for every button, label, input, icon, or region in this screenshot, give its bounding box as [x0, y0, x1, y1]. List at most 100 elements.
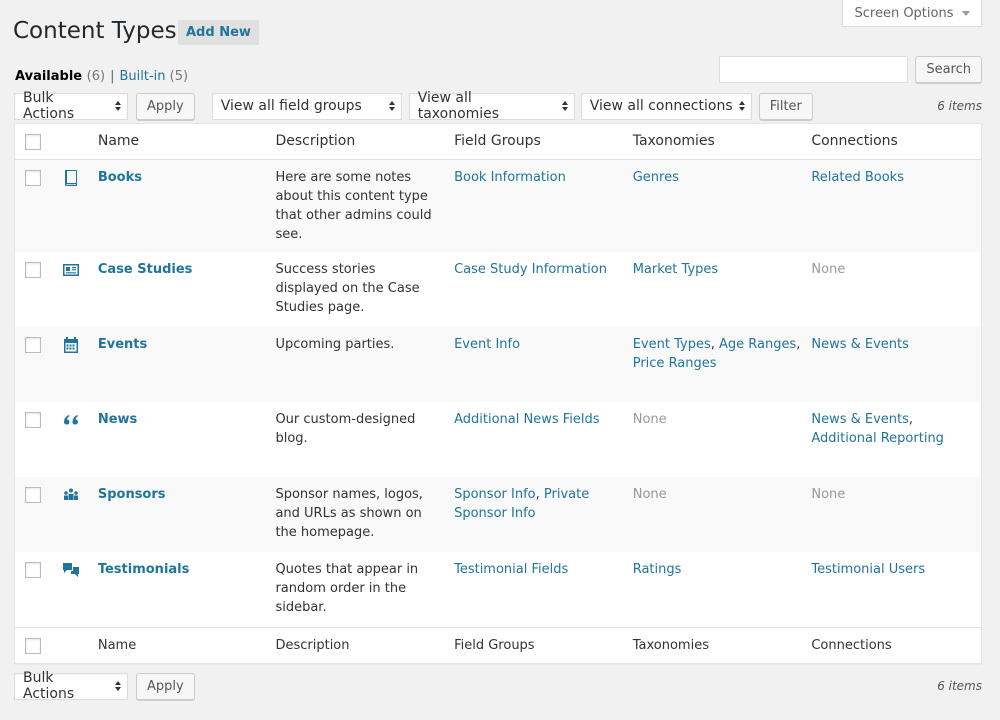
column-field-groups-footer: Field Groups: [454, 638, 535, 653]
row-checkbox[interactable]: [25, 562, 41, 578]
page-title: Content Types: [13, 18, 177, 44]
add-new-button[interactable]: Add New: [178, 20, 259, 45]
column-field-groups: Field Groups: [454, 133, 541, 149]
column-connections-footer: Connections: [811, 638, 892, 653]
field-group-link[interactable]: Testimonial Fields: [454, 562, 568, 577]
search-input[interactable]: [719, 56, 909, 83]
description-text: Success stories displayed on the Case St…: [275, 262, 420, 315]
field-group-link[interactable]: Additional News Fields: [454, 412, 599, 427]
taxonomies-cell: None: [633, 402, 812, 429]
none-label: None: [632, 487, 667, 502]
row-checkbox[interactable]: [25, 170, 41, 186]
taxonomy-link[interactable]: Ratings: [633, 562, 682, 577]
list-separator: ,: [710, 337, 719, 352]
taxonomy-link[interactable]: Genres: [633, 170, 679, 185]
taxonomies-cell: Market Types: [633, 252, 812, 279]
column-taxonomies-footer: Taxonomies: [632, 638, 709, 653]
connection-link[interactable]: Related Books: [811, 170, 904, 185]
content-type-name-link[interactable]: Testimonials: [98, 562, 190, 577]
row-checkbox[interactable]: [25, 262, 41, 278]
select-arrows-icon: [388, 101, 395, 111]
connections-cell: Related Books: [811, 160, 981, 187]
taxonomy-link[interactable]: Market Types: [633, 262, 718, 277]
apply-button[interactable]: Apply: [136, 92, 195, 120]
description-text: Sponsor names, logos, and URLs as shown …: [275, 487, 423, 540]
field-group-link[interactable]: Case Study Information: [454, 262, 607, 277]
connection-link[interactable]: Additional Reporting: [811, 431, 944, 446]
select-all-checkbox[interactable]: [25, 133, 41, 150]
bulk-actions-select-bottom[interactable]: Bulk Actions: [14, 670, 128, 702]
none-label: None: [811, 487, 846, 502]
field-groups-cell: Book Information: [454, 160, 633, 187]
list-separator: ,: [535, 487, 544, 502]
connection-link[interactable]: Testimonial Users: [811, 562, 925, 577]
content-type-name-link[interactable]: Case Studies: [98, 262, 193, 277]
view-builtin[interactable]: Built-in (5): [119, 69, 188, 84]
content-type-name-link[interactable]: News: [98, 412, 137, 427]
connection-link[interactable]: News & Events: [811, 412, 909, 427]
items-count: 6 items: [937, 99, 982, 113]
content-type-name-link[interactable]: Sponsors: [98, 487, 166, 502]
taxonomies-filter[interactable]: View all taxonomies: [408, 90, 575, 122]
filter-button[interactable]: Filter: [758, 92, 813, 120]
taxonomy-link[interactable]: Age Ranges: [719, 337, 796, 352]
table-row: Events Upcoming parties. Event Info Event T…: [15, 327, 981, 402]
description-text: Upcoming parties.: [275, 337, 395, 352]
testimonial-icon: [61, 560, 98, 580]
table-row: Books Here are some notes about this cont…: [15, 160, 981, 252]
calendar-icon: [61, 335, 98, 355]
connections-cell: News & Events: [811, 327, 981, 354]
taxonomy-link[interactable]: Event Types: [633, 337, 711, 352]
row-checkbox[interactable]: [25, 487, 41, 503]
bulk-actions-select[interactable]: Bulk Actions: [14, 90, 128, 122]
select-all-checkbox-footer[interactable]: [25, 637, 41, 654]
none-label: None: [632, 412, 667, 427]
list-separator: ,: [796, 337, 801, 352]
taxonomy-link[interactable]: Price Ranges: [633, 356, 717, 371]
bulk-actions-label: Bulk Actions: [23, 90, 75, 122]
column-name[interactable]: Name: [98, 132, 276, 151]
select-arrows-icon: [561, 101, 568, 111]
field-groups-cell: Event Info: [454, 327, 633, 354]
field-groups-cell: Case Study Information: [454, 252, 633, 279]
connections-cell: None: [811, 477, 981, 504]
taxonomies-cell: None: [633, 477, 812, 504]
view-available[interactable]: Available (6): [15, 69, 105, 84]
field-group-link[interactable]: Sponsor Info: [454, 487, 536, 502]
connections-filter[interactable]: View all connections: [580, 92, 752, 120]
table-row: Testimonials Quotes that appear in random…: [15, 552, 981, 627]
apply-button-bottom[interactable]: Apply: [136, 672, 195, 700]
tablenav-bottom: Bulk Actions Apply 6 items: [14, 670, 982, 702]
book-icon: [61, 168, 98, 188]
groups-icon: [61, 485, 98, 505]
row-checkbox[interactable]: [25, 412, 41, 428]
content-type-name-link[interactable]: Books: [98, 170, 142, 185]
connections-cell: News & Events, Additional Reporting: [811, 402, 981, 448]
field-groups-filter-label: View all field groups: [220, 98, 362, 114]
column-taxonomies: Taxonomies: [632, 133, 715, 149]
select-arrows-icon: [738, 101, 745, 111]
view-filters: Available (6) | Built-in (5): [15, 69, 188, 84]
table-row: Case Studies Success stories displayed on…: [15, 252, 981, 327]
taxonomies-cell: Event Types, Age Ranges, Price Ranges: [633, 327, 812, 373]
column-name-footer[interactable]: Name: [98, 636, 276, 655]
taxonomies-cell: Ratings: [633, 552, 812, 579]
table-footer: Name Description Field Groups Taxonomies…: [15, 627, 981, 663]
column-description: Description: [275, 133, 356, 149]
search-button[interactable]: Search: [915, 56, 982, 83]
content-type-name-link[interactable]: Events: [98, 337, 147, 352]
row-checkbox[interactable]: [25, 337, 41, 353]
connections-cell: Testimonial Users: [811, 552, 981, 579]
select-arrows-icon: [115, 681, 121, 691]
taxonomies-filter-label: View all taxonomies: [417, 90, 500, 122]
field-group-link[interactable]: Event Info: [454, 337, 520, 352]
connections-cell: None: [811, 252, 981, 279]
field-groups-filter[interactable]: View all field groups: [211, 92, 402, 120]
taxonomies-cell: Genres: [633, 160, 812, 187]
field-group-link[interactable]: Book Information: [454, 170, 566, 185]
connection-link[interactable]: News & Events: [811, 337, 909, 352]
table-header: Name Description Field Groups Taxonomies…: [15, 124, 981, 160]
view-separator: |: [110, 69, 115, 84]
screen-options-button[interactable]: Screen Options: [842, 0, 982, 27]
search-box: Search: [719, 56, 982, 83]
